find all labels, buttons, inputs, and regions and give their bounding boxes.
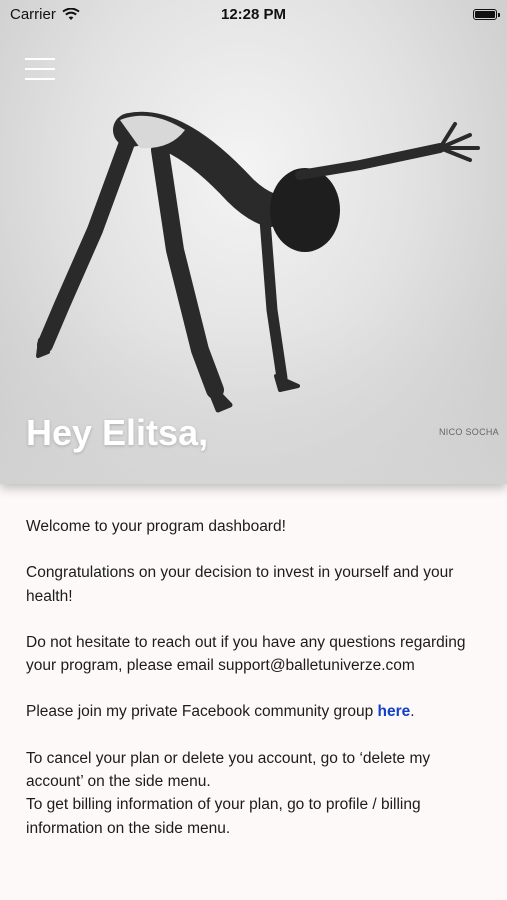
- dancer-photo: [36, 111, 480, 413]
- facebook-text: Please join my private Facebook communit…: [26, 700, 486, 723]
- facebook-text-prefix: Please join my private Facebook communit…: [26, 703, 378, 721]
- billing-text: To get billing information of your plan,…: [26, 796, 421, 837]
- greeting-title: Hey Elitsa,: [26, 412, 209, 453]
- carrier-label: Carrier: [10, 5, 56, 23]
- hero-image: Carrier 12:28 PM NICO SOCHA Hey Elitsa,: [0, 0, 507, 484]
- photo-credit: NICO SOCHA: [438, 427, 499, 437]
- wifi-icon: [62, 7, 80, 20]
- battery-icon: [473, 8, 500, 20]
- status-time: 12:28 PM: [220, 5, 287, 23]
- status-bar: Carrier 12:28 PM: [0, 0, 507, 28]
- congrats-text: Congratulations on your decision to inve…: [26, 564, 454, 605]
- facebook-text-suffix: .: [410, 703, 415, 721]
- dashboard-message: Welcome to your program dashboard! Congr…: [26, 515, 486, 840]
- support-text: Do not hesitate to reach out if you have…: [26, 633, 466, 675]
- menu-icon[interactable]: [25, 58, 55, 82]
- cancel-text: To cancel your plan or delete you accoun…: [26, 749, 431, 791]
- welcome-text: Welcome to your program dashboard!: [26, 518, 286, 535]
- facebook-group-link[interactable]: here: [378, 703, 411, 720]
